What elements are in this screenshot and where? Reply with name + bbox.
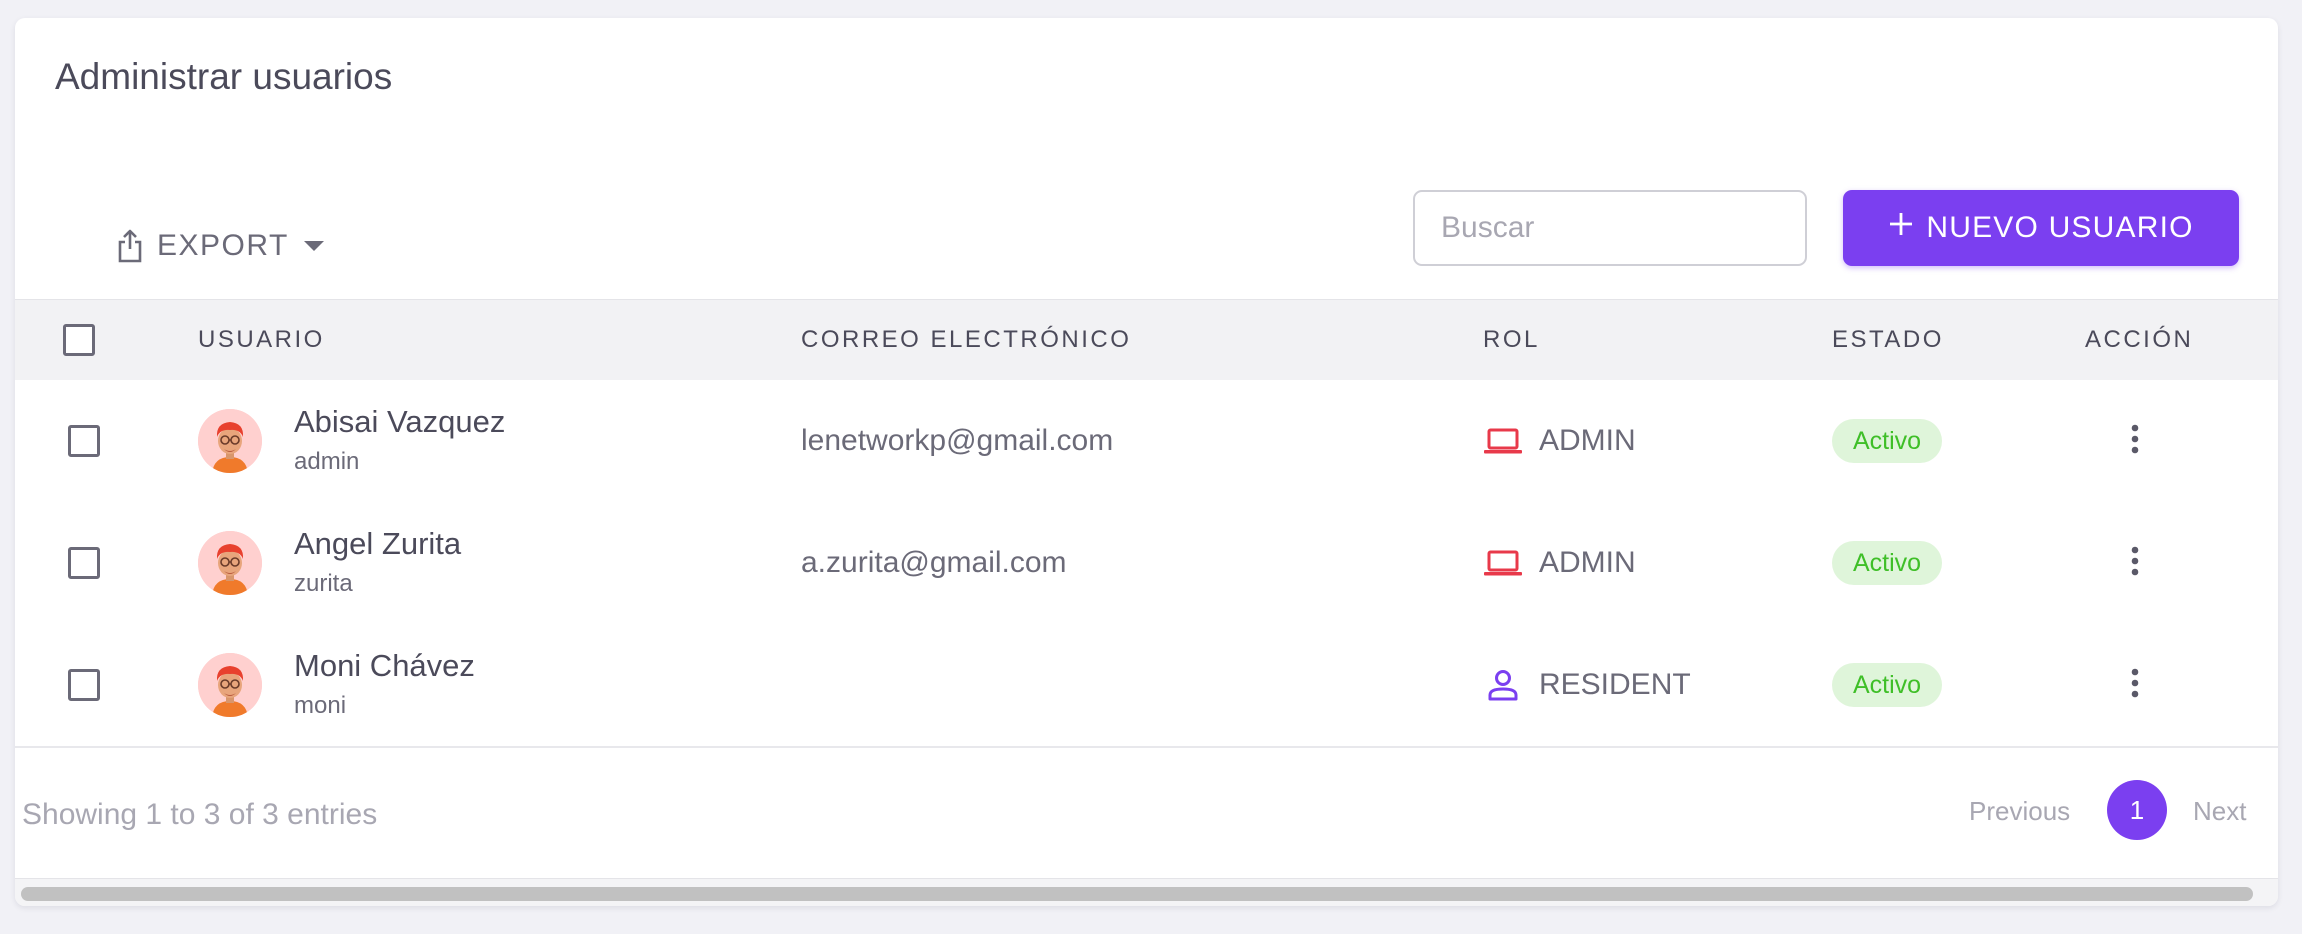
page-title: Administrar usuarios xyxy=(55,56,393,97)
table-row[interactable]: Angel Zurita zurita a.zurita@gmail.com A… xyxy=(15,502,2278,626)
user-name: Abisai Vazquez xyxy=(294,404,506,439)
column-header-action: ACCIÓN xyxy=(2085,326,2194,353)
table-row[interactable]: Moni Chávez moni RESIDENT Activo xyxy=(15,624,2278,748)
users-card: Administrar usuarios EXPORT NUEVO USUARI… xyxy=(15,18,2278,906)
table-header: USUARIO CORREO ELECTRÓNICO ROL ESTADO AC… xyxy=(15,299,2278,382)
column-header-role[interactable]: ROL xyxy=(1483,300,1540,380)
select-all-checkbox[interactable] xyxy=(63,324,95,356)
laptop-icon xyxy=(1483,421,1523,461)
avatar xyxy=(198,653,262,717)
status-badge: Activo xyxy=(1832,541,1942,585)
more-options-button[interactable] xyxy=(2111,539,2159,587)
user-username: admin xyxy=(294,448,360,475)
column-header-user[interactable]: USUARIO xyxy=(198,300,325,380)
user-role: ADMIN xyxy=(1539,424,1636,457)
more-options-button[interactable] xyxy=(2111,661,2159,709)
user-username: zurita xyxy=(294,570,353,597)
new-user-button[interactable]: NUEVO USUARIO xyxy=(1843,190,2239,266)
more-vertical-icon xyxy=(2130,424,2140,459)
user-email: lenetworkp@gmail.com xyxy=(801,424,1114,457)
user-username: moni xyxy=(294,692,347,719)
pagination-next[interactable]: Next xyxy=(2193,796,2246,827)
pagination-previous[interactable]: Previous xyxy=(1969,796,2070,827)
more-vertical-icon xyxy=(2130,546,2140,581)
user-name: Angel Zurita xyxy=(294,526,462,561)
pagination-page-1[interactable]: 1 xyxy=(2107,780,2167,840)
user-role: ADMIN xyxy=(1539,546,1636,579)
caret-down-icon xyxy=(303,240,325,252)
horizontal-scrollbar[interactable] xyxy=(15,878,2278,906)
new-user-label: NUEVO USUARIO xyxy=(1926,211,2194,244)
entries-info: Showing 1 to 3 of 3 entries xyxy=(22,798,378,831)
avatar xyxy=(198,531,262,595)
scrollbar-thumb[interactable] xyxy=(21,887,2253,901)
row-checkbox[interactable] xyxy=(68,669,100,701)
avatar xyxy=(198,409,262,473)
more-options-button[interactable] xyxy=(2111,417,2159,465)
more-vertical-icon xyxy=(2130,668,2140,703)
column-header-status[interactable]: ESTADO xyxy=(1832,300,1944,380)
person-icon xyxy=(1483,665,1523,705)
plus-icon xyxy=(1888,211,1914,245)
status-badge: Activo xyxy=(1832,419,1942,463)
export-label: EXPORT xyxy=(157,229,289,262)
row-checkbox[interactable] xyxy=(68,425,100,457)
column-header-email[interactable]: CORREO ELECTRÓNICO xyxy=(801,300,1131,380)
user-email: a.zurita@gmail.com xyxy=(801,546,1067,579)
user-name: Moni Chávez xyxy=(294,648,475,683)
status-badge: Activo xyxy=(1832,663,1942,707)
search-input[interactable] xyxy=(1413,190,1807,266)
export-button[interactable]: EXPORT xyxy=(103,210,339,282)
row-checkbox[interactable] xyxy=(68,547,100,579)
laptop-icon xyxy=(1483,543,1523,583)
user-role: RESIDENT xyxy=(1539,668,1691,701)
share-icon xyxy=(117,229,143,263)
table-row[interactable]: Abisai Vazquez admin lenetworkp@gmail.co… xyxy=(15,380,2278,504)
